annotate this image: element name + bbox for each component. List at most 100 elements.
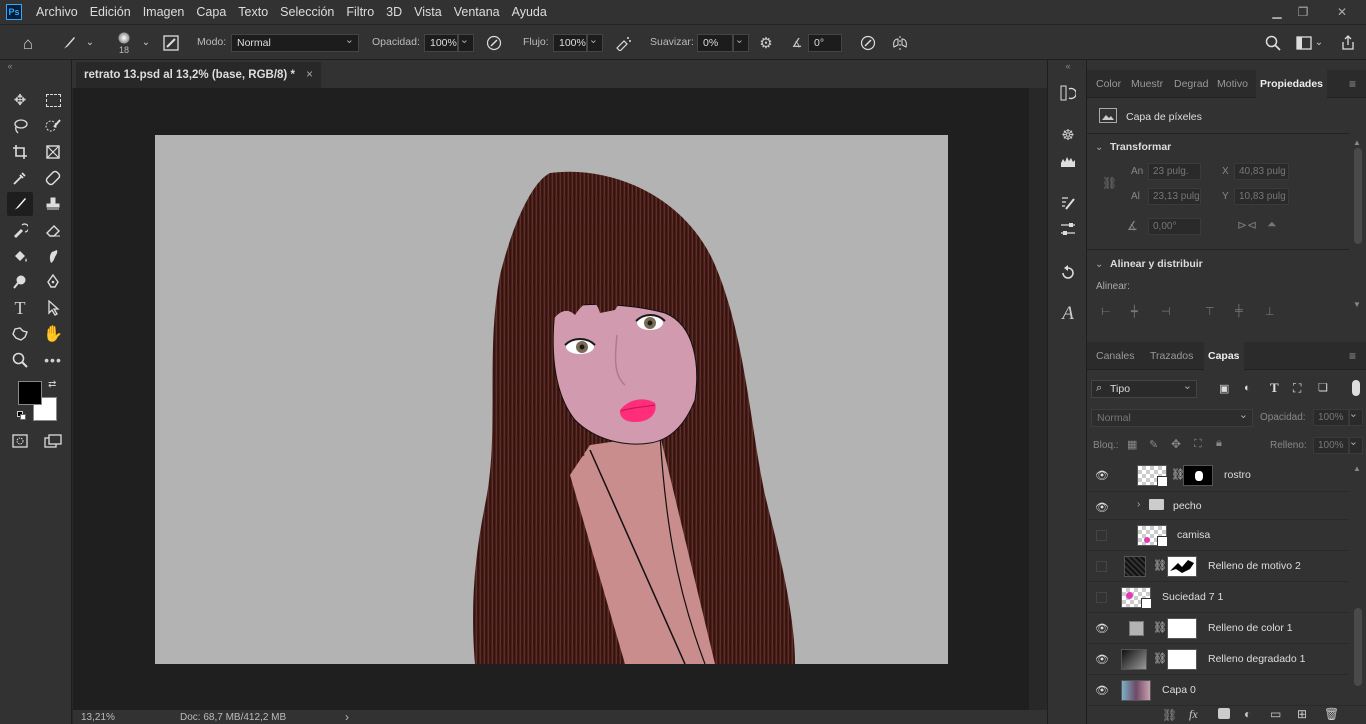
- lock-all-icon[interactable]: 🔒︎: [1216, 437, 1222, 450]
- swap-colors-icon[interactable]: ⇄: [48, 379, 56, 390]
- pressure-opacity-icon[interactable]: [484, 33, 504, 53]
- collapse-icon[interactable]: «: [1048, 60, 1088, 72]
- visibility-eye-icon[interactable]: 👁︎: [1095, 653, 1109, 666]
- scroll-up-icon[interactable]: ▲: [1353, 138, 1361, 147]
- rotate-view-icon[interactable]: [1048, 260, 1088, 286]
- height-input[interactable]: 23,13 pulg: [1148, 188, 1201, 205]
- panel-menu-icon[interactable]: ≡: [1349, 70, 1356, 98]
- blend-mode-select[interactable]: Normal: [1091, 407, 1253, 427]
- layers-scrollbar[interactable]: [1354, 608, 1362, 686]
- layer-row[interactable]: 👁︎ ⛓ Relleno de color 1: [1087, 612, 1349, 643]
- default-colors-icon[interactable]: [17, 411, 27, 421]
- layer-row[interactable]: 👁︎ ⛓ rostro: [1087, 460, 1349, 491]
- flip-vertical-icon[interactable]: ⏶: [1267, 217, 1277, 232]
- align-left-icon[interactable]: ⊢: [1101, 305, 1111, 318]
- tool-presets-icon[interactable]: [1048, 216, 1088, 242]
- align-top-icon[interactable]: ⊤: [1205, 305, 1215, 318]
- link-icon[interactable]: ⛓: [1153, 621, 1167, 634]
- filter-type-icon[interactable]: T: [1270, 380, 1279, 396]
- crop-tool-icon[interactable]: [7, 140, 33, 164]
- opacity-input[interactable]: 100%: [424, 34, 458, 52]
- zoom-level[interactable]: 13,21%: [81, 712, 115, 723]
- brush-settings-icon[interactable]: [160, 33, 182, 53]
- chevron-down-icon[interactable]: ⌄: [1314, 35, 1324, 51]
- visibility-toggle[interactable]: [1096, 592, 1107, 603]
- move-tool-icon[interactable]: ✥: [7, 88, 33, 112]
- x-input[interactable]: 40,83 pulg: [1234, 163, 1289, 180]
- pen-tool-icon[interactable]: [40, 270, 66, 294]
- screen-mode-icon[interactable]: [40, 429, 66, 453]
- tab-gradients[interactable]: Degrad: [1174, 70, 1208, 98]
- layer-opacity-dropdown[interactable]: [1349, 407, 1363, 426]
- document-tab[interactable]: retrato 13.psd al 13,2% (base, RGB/8) * …: [76, 62, 321, 88]
- restore-icon[interactable]: ❐: [1288, 0, 1318, 24]
- eyedropper-tool-icon[interactable]: [7, 166, 33, 190]
- chevron-down-icon[interactable]: ⌄: [1095, 142, 1103, 153]
- chevron-right-icon[interactable]: ›: [1137, 499, 1140, 510]
- flip-horizontal-icon[interactable]: ⊳⊲: [1237, 218, 1257, 232]
- visibility-eye-icon[interactable]: 👁︎: [1095, 622, 1109, 635]
- tab-swatches[interactable]: Muestr: [1131, 70, 1163, 98]
- quick-mask-icon[interactable]: [7, 429, 33, 453]
- layer-mask-thumbnail[interactable]: [1167, 556, 1197, 577]
- rotation-input[interactable]: 0,00°: [1148, 218, 1201, 235]
- menu-texto[interactable]: Texto: [232, 0, 274, 24]
- width-input[interactable]: 23 pulg.: [1148, 163, 1201, 180]
- visibility-toggle[interactable]: [1096, 561, 1107, 572]
- lock-position-icon[interactable]: ✥: [1171, 437, 1181, 451]
- tab-patterns[interactable]: Motivo: [1217, 70, 1248, 98]
- scroll-up-icon[interactable]: ▲: [1353, 464, 1361, 473]
- add-mask-icon[interactable]: [1218, 708, 1230, 719]
- smoothing-dropdown[interactable]: [733, 32, 749, 52]
- align-middle-icon[interactable]: ╪: [1235, 305, 1243, 317]
- quick-selection-tool-icon[interactable]: [40, 114, 66, 138]
- path-selection-tool-icon[interactable]: [40, 296, 66, 320]
- new-layer-icon[interactable]: ⊞: [1297, 707, 1307, 721]
- properties-scrollbar[interactable]: [1354, 148, 1362, 244]
- character-icon[interactable]: A: [1048, 300, 1088, 326]
- layer-fill-input[interactable]: 100%: [1313, 437, 1349, 454]
- delete-layer-icon[interactable]: 🗑︎: [1324, 707, 1339, 721]
- link-icon[interactable]: ⛓: [1153, 559, 1167, 572]
- tab-properties[interactable]: Propiedades: [1256, 70, 1328, 98]
- flow-input[interactable]: 100%: [553, 34, 587, 52]
- align-bottom-icon[interactable]: ⊥: [1265, 305, 1275, 318]
- flow-dropdown[interactable]: [587, 32, 603, 52]
- filter-toggle[interactable]: [1352, 380, 1360, 396]
- menu-imagen[interactable]: Imagen: [137, 0, 191, 24]
- paint-bucket-tool-icon[interactable]: [7, 244, 33, 268]
- adjustment-layer-icon[interactable]: ◐: [1244, 707, 1251, 721]
- share-icon[interactable]: [1336, 33, 1360, 53]
- layer-mask-thumbnail[interactable]: [1183, 465, 1213, 486]
- filter-adjustment-icon[interactable]: ◐: [1244, 382, 1251, 394]
- menu-capa[interactable]: Capa: [190, 0, 232, 24]
- y-input[interactable]: 10,83 pulg: [1234, 188, 1289, 205]
- layer-row[interactable]: Suciedad 7 1: [1087, 581, 1349, 612]
- link-layers-icon[interactable]: ⛓: [1162, 708, 1177, 722]
- menu-ayuda[interactable]: Ayuda: [506, 0, 553, 24]
- custom-shape-tool-icon[interactable]: [7, 322, 33, 346]
- layer-row[interactable]: ⛓ Relleno de motivo 2: [1087, 550, 1349, 581]
- marquee-tool-icon[interactable]: [40, 88, 66, 112]
- align-section-title[interactable]: Alinear y distribuir: [1110, 258, 1203, 270]
- layer-mask-thumbnail[interactable]: [1167, 618, 1197, 639]
- link-icon[interactable]: ⛓: [1102, 176, 1117, 190]
- pressure-size-icon[interactable]: [857, 33, 879, 53]
- fx-icon[interactable]: fx: [1189, 707, 1198, 722]
- opacity-dropdown[interactable]: [458, 32, 474, 52]
- dodge-tool-icon[interactable]: [7, 270, 33, 294]
- collapse-icon[interactable]: «: [0, 60, 20, 72]
- layer-row[interactable]: camisa: [1087, 519, 1349, 550]
- scroll-down-icon[interactable]: ▼: [1353, 300, 1361, 309]
- gear-icon[interactable]: ⚙: [756, 33, 776, 53]
- search-icon[interactable]: [1262, 33, 1284, 53]
- link-icon[interactable]: ⛓: [1153, 652, 1167, 665]
- menu-vista[interactable]: Vista: [408, 0, 448, 24]
- chevron-down-icon[interactable]: ⌄: [84, 35, 96, 51]
- visibility-toggle[interactable]: [1096, 530, 1107, 541]
- filter-pixel-icon[interactable]: ▣: [1219, 382, 1229, 395]
- layer-group-row[interactable]: 👁︎ › pecho: [1087, 491, 1349, 519]
- history-icon[interactable]: [1048, 80, 1088, 106]
- transform-section-title[interactable]: Transformar: [1110, 141, 1171, 153]
- align-center-h-icon[interactable]: ┿: [1131, 305, 1138, 318]
